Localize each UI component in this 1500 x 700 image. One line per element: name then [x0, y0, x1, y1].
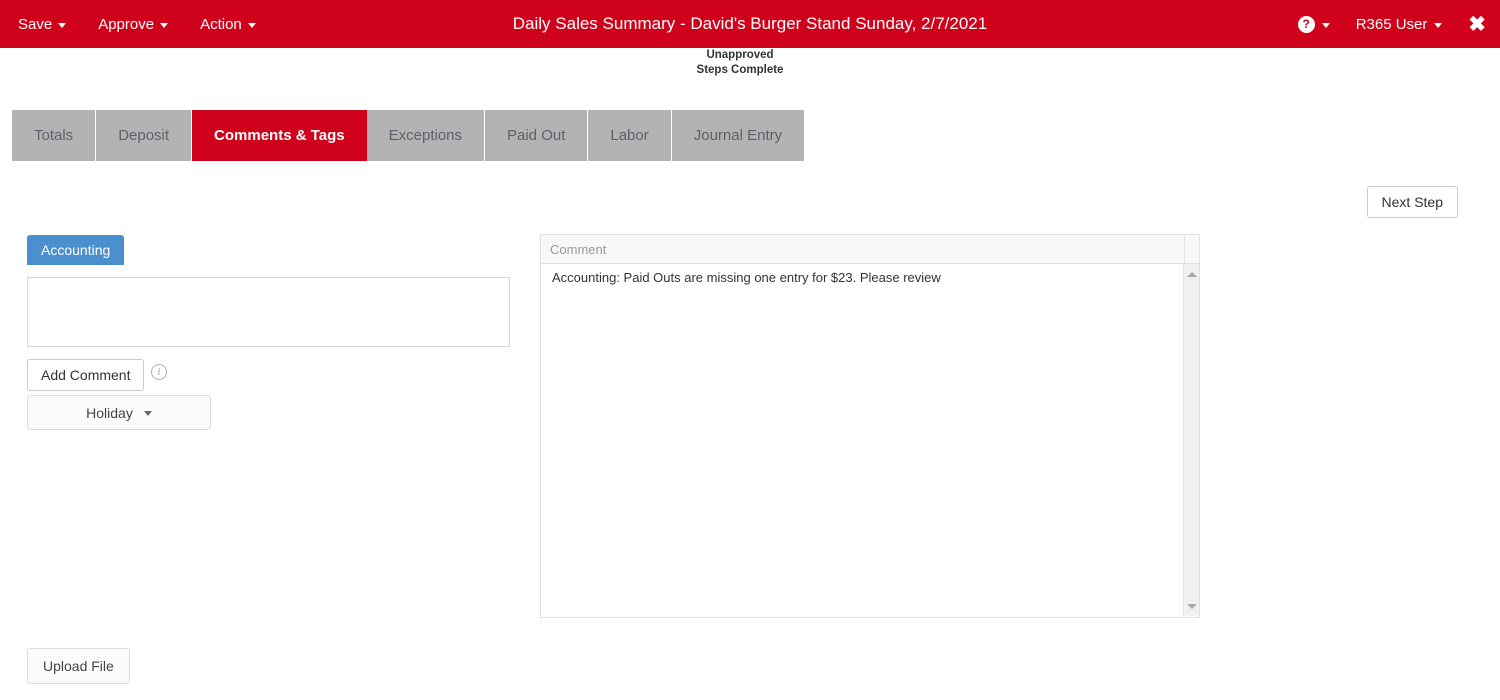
grid-header-scroll-spacer	[1184, 235, 1199, 263]
tab-exceptions-label: Exceptions	[388, 127, 462, 144]
close-icon[interactable]: ✖	[1468, 14, 1486, 35]
help-menu[interactable]: ?	[1297, 15, 1330, 33]
status-approval-line: Unapproved	[706, 49, 774, 61]
add-comment-button[interactable]: Add Comment	[27, 359, 145, 391]
chevron-down-icon	[160, 23, 169, 28]
tab-deposit[interactable]: Deposit	[96, 110, 193, 161]
chevron-down-icon	[143, 411, 152, 416]
status-badge: Unapproved Steps Complete	[0, 48, 1480, 78]
menu-save-label: Save	[18, 15, 53, 33]
comment-grid-body: Accounting: Paid Outs are missing one en…	[541, 264, 1199, 616]
app-header: Save Approve Action Daily Sales Summary …	[0, 0, 1500, 48]
header-menu-bar: Save Approve Action	[18, 0, 256, 48]
tab-bar: Totals Deposit Comments & Tags Exception…	[12, 110, 806, 161]
tab-journal-entry[interactable]: Journal Entry	[671, 110, 806, 161]
chevron-down-icon	[58, 23, 67, 28]
comment-grid: Comment Accounting: Paid Outs are missin…	[540, 234, 1200, 618]
column-header-comment[interactable]: Comment	[541, 235, 1184, 263]
scroll-up-icon[interactable]	[1184, 266, 1200, 282]
tab-labor[interactable]: Labor	[588, 110, 672, 161]
tab-exceptions[interactable]: Exceptions	[366, 110, 485, 161]
question-mark-icon: ?	[1297, 15, 1315, 33]
table-row[interactable]: Accounting: Paid Outs are missing one en…	[541, 264, 1199, 285]
status-steps-line: Steps Complete	[696, 64, 784, 76]
menu-action-label: Action	[200, 15, 242, 33]
tag-dropdown-value: Holiday	[86, 404, 133, 421]
menu-action[interactable]: Action	[200, 16, 256, 33]
next-step-button[interactable]: Next Step	[1366, 186, 1458, 218]
upload-file-button[interactable]: Upload File	[27, 648, 130, 684]
scroll-down-icon[interactable]	[1184, 598, 1200, 614]
accounting-tab[interactable]: Accounting	[27, 235, 125, 265]
tab-comments-and-tags-label: Comments & Tags	[214, 127, 345, 144]
tab-paid-out-label: Paid Out	[507, 127, 566, 144]
tab-totals[interactable]: Totals	[12, 110, 97, 161]
tag-dropdown[interactable]: Holiday	[27, 395, 211, 430]
chevron-down-icon	[1434, 23, 1443, 28]
menu-approve[interactable]: Approve	[98, 15, 169, 33]
tab-comments-and-tags[interactable]: Comments & Tags	[192, 110, 367, 161]
menu-save[interactable]: Save	[18, 15, 67, 33]
tab-paid-out[interactable]: Paid Out	[485, 110, 589, 161]
header-right-controls: ? R365 User ✖	[1297, 0, 1486, 48]
info-circle-icon[interactable]: i	[151, 364, 167, 380]
chevron-down-icon	[247, 23, 256, 28]
tab-journal-entry-label: Journal Entry	[693, 127, 783, 144]
comment-grid-header: Comment	[541, 235, 1199, 264]
tab-deposit-label: Deposit	[118, 127, 170, 144]
tab-totals-label: Totals	[34, 127, 74, 144]
chevron-down-icon	[1321, 23, 1330, 28]
user-menu-label: R365 User	[1355, 15, 1428, 33]
comment-input[interactable]	[27, 277, 510, 347]
user-menu[interactable]: R365 User	[1356, 16, 1443, 33]
tab-labor-label: Labor	[610, 127, 649, 144]
comment-grid-scrollbar[interactable]	[1183, 264, 1199, 616]
menu-approve-label: Approve	[98, 15, 155, 33]
